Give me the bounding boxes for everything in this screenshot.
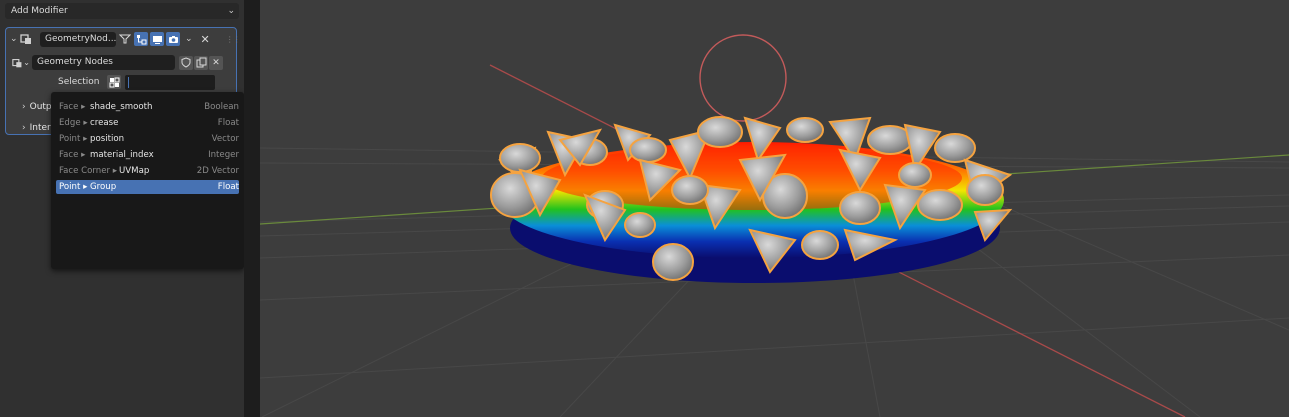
attribute-type: Vector [211,134,239,144]
attribute-type: Integer [208,150,239,160]
attribute-name: UVMap [119,166,150,176]
attribute-type: Float [217,118,239,128]
attribute-item-crease[interactable]: Edge ▸ crease Float [56,116,239,130]
internal-label: Inter [29,123,51,133]
realtime-display-icon[interactable] [150,32,164,46]
outputs-subpanel[interactable]: › Outp [22,101,52,113]
attribute-name: material_index [90,150,154,160]
attribute-domain: Face ▸ [59,102,86,112]
outputs-label: Outp [29,102,52,112]
fake-user-shield-icon[interactable] [179,55,193,70]
add-modifier-label: Add Modifier [11,6,68,16]
edit-mode-icon[interactable] [134,32,148,46]
attribute-item-position[interactable]: Point ▸ position Vector [56,132,239,146]
properties-panel: Add Modifier ⌄ ⌄ GeometryNod... ⌄ ✕ ⋮⋮ ⌄… [0,0,244,417]
node-tree-icon[interactable]: ⌄ [12,57,30,69]
attribute-domain: Face Corner ▸ [59,166,118,176]
attribute-item-material-index[interactable]: Face ▸ material_index Integer [56,148,239,162]
attribute-toggle-icon[interactable] [107,75,122,89]
attribute-type: Float [217,182,239,192]
attribute-search-dropdown: Face ▸ shade_smooth Boolean Edge ▸ creas… [51,92,244,269]
attribute-domain: Edge ▸ [59,118,88,128]
attribute-type: Boolean [204,102,239,112]
modifier-name-text: GeometryNod... [45,33,116,44]
attribute-type: 2D Vector [196,166,239,176]
geometry-nodes-modifier-icon [20,33,36,45]
drag-handle-icon[interactable]: ⋮⋮ [226,35,241,44]
attribute-item-group[interactable]: Point ▸ Group Float [56,180,239,194]
render-camera-icon[interactable] [166,32,180,46]
internal-dependencies-subpanel[interactable]: › Inter [22,122,51,134]
edit-mode-filter-icon[interactable] [118,32,132,46]
attribute-name: crease [90,118,119,128]
attribute-domain: Face ▸ [59,150,86,160]
selection-label: Selection [58,77,100,87]
node-group-name: Geometry Nodes [37,57,113,67]
attribute-item-shade-smooth[interactable]: Face ▸ shade_smooth Boolean [56,100,239,114]
selection-attribute-input[interactable] [125,74,216,90]
add-modifier-dropdown[interactable]: Add Modifier ⌄ [5,3,239,19]
attribute-item-uvmap[interactable]: Face Corner ▸ UVMap 2D Vector [56,164,239,178]
panel-divider[interactable] [244,0,260,417]
attribute-domain: Point ▸ [59,134,88,144]
3d-viewport[interactable] [260,0,1289,417]
attribute-name: position [90,134,125,144]
modifier-menu-chevron-icon[interactable]: ⌄ [185,34,193,44]
chevron-down-icon: ⌄ [227,6,235,16]
attribute-domain: Point ▸ [59,182,88,192]
remove-modifier-icon[interactable]: ✕ [201,33,210,46]
expand-chevron-icon: › [22,102,26,112]
unlink-icon[interactable]: ✕ [209,55,223,70]
expand-chevron-icon: › [22,123,26,133]
attribute-name: shade_smooth [90,102,153,112]
modifier-name-field[interactable]: GeometryNod... [40,31,116,47]
node-group-field[interactable]: Geometry Nodes [32,55,175,70]
light-gizmo [699,34,787,122]
text-cursor [128,76,130,88]
attribute-name: Group [90,182,117,192]
duplicate-icon[interactable] [194,55,208,70]
collapse-chevron-icon[interactable]: ⌄ [10,34,20,44]
